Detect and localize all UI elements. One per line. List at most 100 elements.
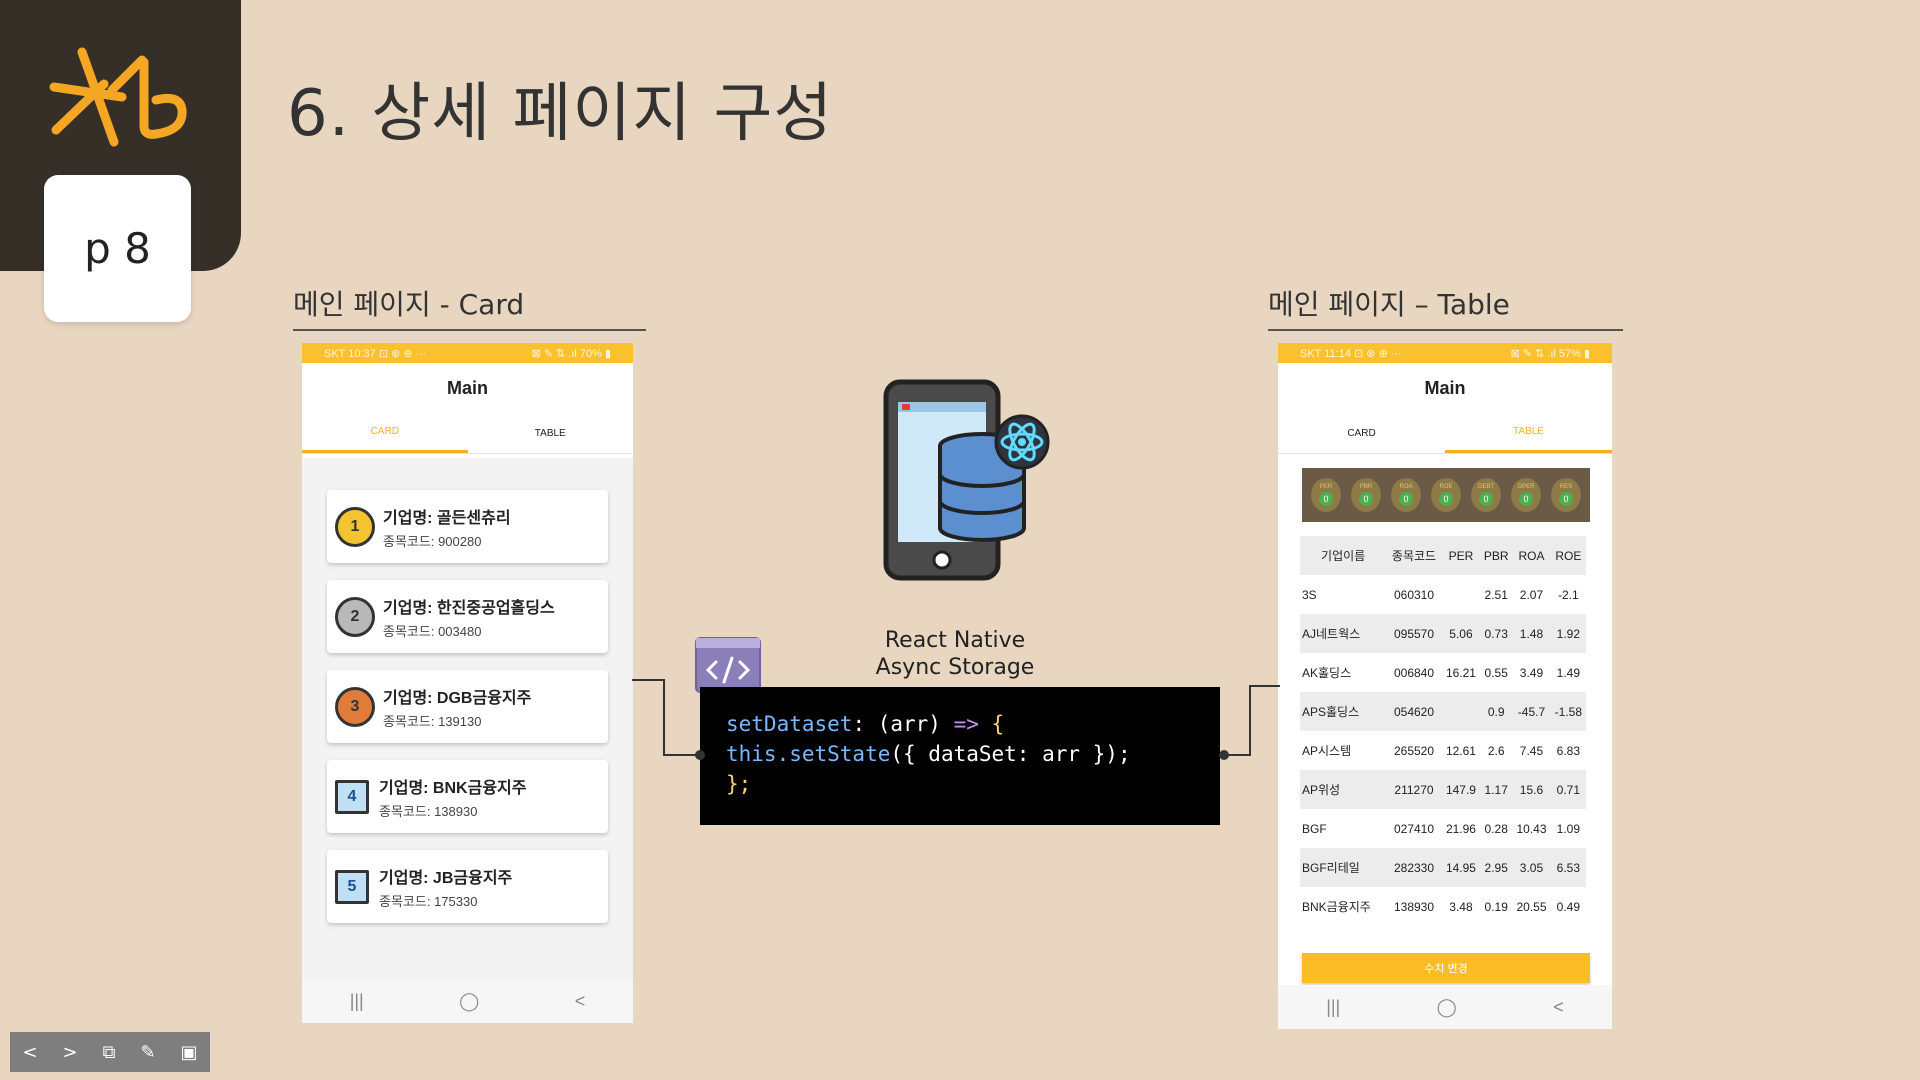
table-row[interactable]: BGF리테일 282330 14.95 2.95 3.05 6.53 bbox=[1300, 848, 1586, 887]
tab-card[interactable]: CARD bbox=[1278, 413, 1445, 453]
presenter-view-icon[interactable]: ▣ bbox=[181, 1042, 198, 1063]
indicator-name: OPER bbox=[1517, 484, 1535, 490]
indicator-badge[interactable]: PBR 0 bbox=[1351, 478, 1381, 512]
table-row[interactable]: 3S 060310 2.51 2.07 -2.1 bbox=[1300, 575, 1586, 614]
stock-code: 종목코드: 138930 bbox=[379, 803, 478, 819]
table-row[interactable]: AP시스템 265520 12.61 2.6 7.45 6.83 bbox=[1300, 731, 1586, 770]
stock-code: 종목코드: 175330 bbox=[379, 893, 478, 909]
table-cell: 1.92 bbox=[1550, 614, 1586, 653]
indicator-badge[interactable]: RES 0 bbox=[1551, 478, 1581, 512]
code-token: ({ dataSet: arr }); bbox=[890, 742, 1131, 766]
indicator-value: 0 bbox=[1519, 492, 1533, 506]
slide-sorter-icon[interactable]: ⧉ bbox=[103, 1042, 116, 1063]
table-cell: 2.95 bbox=[1480, 848, 1513, 887]
table-cell: AP위성 bbox=[1300, 770, 1387, 809]
gold-medal-icon: 1 bbox=[335, 506, 375, 547]
column-header: PER bbox=[1441, 536, 1481, 575]
previous-slide-icon[interactable]: < bbox=[22, 1042, 37, 1063]
table-row[interactable]: AJ네트웍스 095570 5.06 0.73 1.48 1.92 bbox=[1300, 614, 1586, 653]
table-row[interactable]: AK홀딩스 006840 16.21 0.55 3.49 1.49 bbox=[1300, 653, 1586, 692]
table-cell: BNK금융지주 bbox=[1302, 900, 1371, 914]
stock-code: 종목코드: 900280 bbox=[383, 533, 482, 549]
indicator-value: 0 bbox=[1559, 492, 1573, 506]
code-line: }; bbox=[726, 769, 1220, 799]
table-cell: 095570 bbox=[1386, 614, 1442, 653]
table-cell: 14.95 bbox=[1441, 848, 1481, 887]
table-cell: 211270 bbox=[1386, 770, 1442, 809]
table-row[interactable]: BGF 027410 21.96 0.28 10.43 1.09 bbox=[1300, 809, 1586, 848]
indicator-badge[interactable]: PER 0 bbox=[1311, 478, 1341, 512]
table-cell bbox=[1441, 692, 1481, 731]
indicator-badge[interactable]: ROE 0 bbox=[1431, 478, 1461, 512]
next-slide-icon[interactable]: > bbox=[63, 1042, 78, 1063]
table-row[interactable]: APS홀딩스 054620 0.9 -45.7 -1.58 bbox=[1300, 692, 1586, 731]
company-name: 기업명: JB금융지주 bbox=[379, 869, 513, 887]
table-cell: 5.06 bbox=[1441, 614, 1481, 653]
table-cell: 3.48 bbox=[1449, 899, 1473, 914]
column-header: 종목코드 bbox=[1386, 536, 1442, 575]
tab-bar: CARD TABLE bbox=[302, 413, 633, 454]
table-cell: 20.55 bbox=[1516, 899, 1547, 914]
tab-card[interactable]: CARD bbox=[302, 413, 468, 453]
rank-five-icon: 5 bbox=[335, 869, 369, 904]
table-cell: 3.05 bbox=[1512, 848, 1551, 887]
back-icon[interactable]: < bbox=[575, 991, 586, 1012]
list-item[interactable]: 5 기업명: JB금융지주 종목코드: 175330 bbox=[327, 850, 608, 923]
indicator-name: ROA bbox=[1399, 484, 1413, 490]
slideshow-toolbar: < > ⧉ ✎ ▣ bbox=[10, 1032, 210, 1072]
section-label-card: 메인 페이지 - Card bbox=[293, 283, 646, 331]
recent-apps-icon[interactable]: ||| bbox=[350, 991, 364, 1012]
table-cell: 265520 bbox=[1393, 743, 1435, 758]
bronze-medal-icon: 3 bbox=[335, 686, 375, 727]
stock-code: 종목코드: 139130 bbox=[383, 713, 482, 729]
code-token: => bbox=[953, 712, 979, 736]
company-name: 기업명: BNK금융지주 bbox=[379, 779, 527, 797]
table-cell: 138930 bbox=[1393, 899, 1435, 914]
connector-right bbox=[1219, 685, 1280, 760]
code-token: setDataset bbox=[726, 712, 853, 736]
back-icon[interactable]: < bbox=[1553, 997, 1564, 1018]
indicator-badge[interactable]: DEBT 0 bbox=[1471, 478, 1501, 512]
change-values-button[interactable]: 수치 변경 bbox=[1302, 953, 1590, 983]
stock-code: 종목코드: 003480 bbox=[383, 623, 482, 639]
tab-table[interactable]: TABLE bbox=[1445, 413, 1612, 453]
table-cell: 16.21 bbox=[1445, 665, 1476, 680]
table-cell: 1.49 bbox=[1556, 665, 1581, 680]
list-item[interactable]: 1 기업명: 골든센츄리 종목코드: 900280 bbox=[327, 490, 608, 563]
list-item[interactable]: 4 기업명: BNK금융지주 종목코드: 138930 bbox=[327, 760, 608, 833]
table-cell: 15.6 bbox=[1512, 770, 1551, 809]
table-row[interactable]: AP위성 211270 147.9 1.17 15.6 0.71 bbox=[1300, 770, 1586, 809]
table-cell: 0.49 bbox=[1556, 899, 1581, 914]
table-header-row: 기업이름 종목코드 PER PBR ROA ROE bbox=[1300, 536, 1586, 575]
android-nav-bar: ||| ◯ < bbox=[302, 979, 633, 1023]
column-header: PBR bbox=[1480, 536, 1513, 575]
code-token: this.setState bbox=[726, 742, 891, 766]
table-cell: 027410 bbox=[1393, 821, 1435, 836]
tab-table[interactable]: TABLE bbox=[468, 413, 634, 453]
table-cell: -1.58 bbox=[1550, 692, 1586, 731]
recent-apps-icon[interactable]: ||| bbox=[1326, 997, 1340, 1018]
table-cell: 006840 bbox=[1393, 665, 1435, 680]
indicator-name: ROE bbox=[1439, 484, 1453, 490]
slide-title: 6. 상세 페이지 구성 bbox=[287, 77, 834, 151]
indicator-name: PER bbox=[1319, 484, 1333, 490]
table-cell: BGF bbox=[1302, 821, 1327, 836]
table-cell: APS홀딩스 bbox=[1300, 692, 1387, 731]
table-row[interactable]: BNK금융지주 138930 3.48 0.19 20.55 0.49 bbox=[1300, 887, 1586, 926]
table-cell: 0.19 bbox=[1484, 899, 1508, 914]
table-cell: 0.73 bbox=[1480, 614, 1513, 653]
list-item[interactable]: 3 기업명: DGB금융지주 종목코드: 139130 bbox=[327, 670, 608, 743]
pen-icon[interactable]: ✎ bbox=[140, 1042, 155, 1063]
card-view-phone-screenshot: SKT 10:37 ⊡ ⊛ ⊕ ··· ⊠ ✎ ⇅ .ıl 70% ▮ Main… bbox=[302, 343, 633, 1023]
table-body: 3S 060310 2.51 2.07 -2.1 AJ네트웍스 095570 5.06 0.73… bbox=[1300, 575, 1586, 926]
card-list: 1 기업명: 골든센츄리 종목코드: 900280 2 기업명: 한진중공업홀딩… bbox=[302, 458, 633, 979]
indicator-badge[interactable]: ROA 0 bbox=[1391, 478, 1421, 512]
table-cell: 1.48 bbox=[1512, 614, 1551, 653]
home-icon[interactable]: ◯ bbox=[1437, 997, 1457, 1018]
indicator-badge[interactable]: OPER 0 bbox=[1511, 478, 1541, 512]
list-item[interactable]: 2 기업명: 한진중공업홀딩스 종목코드: 003480 bbox=[327, 580, 608, 653]
tab-bar: CARD TABLE bbox=[1278, 413, 1612, 454]
table-cell: 2.6 bbox=[1487, 743, 1505, 758]
indicator-value: 0 bbox=[1439, 492, 1453, 506]
home-icon[interactable]: ◯ bbox=[459, 991, 479, 1012]
